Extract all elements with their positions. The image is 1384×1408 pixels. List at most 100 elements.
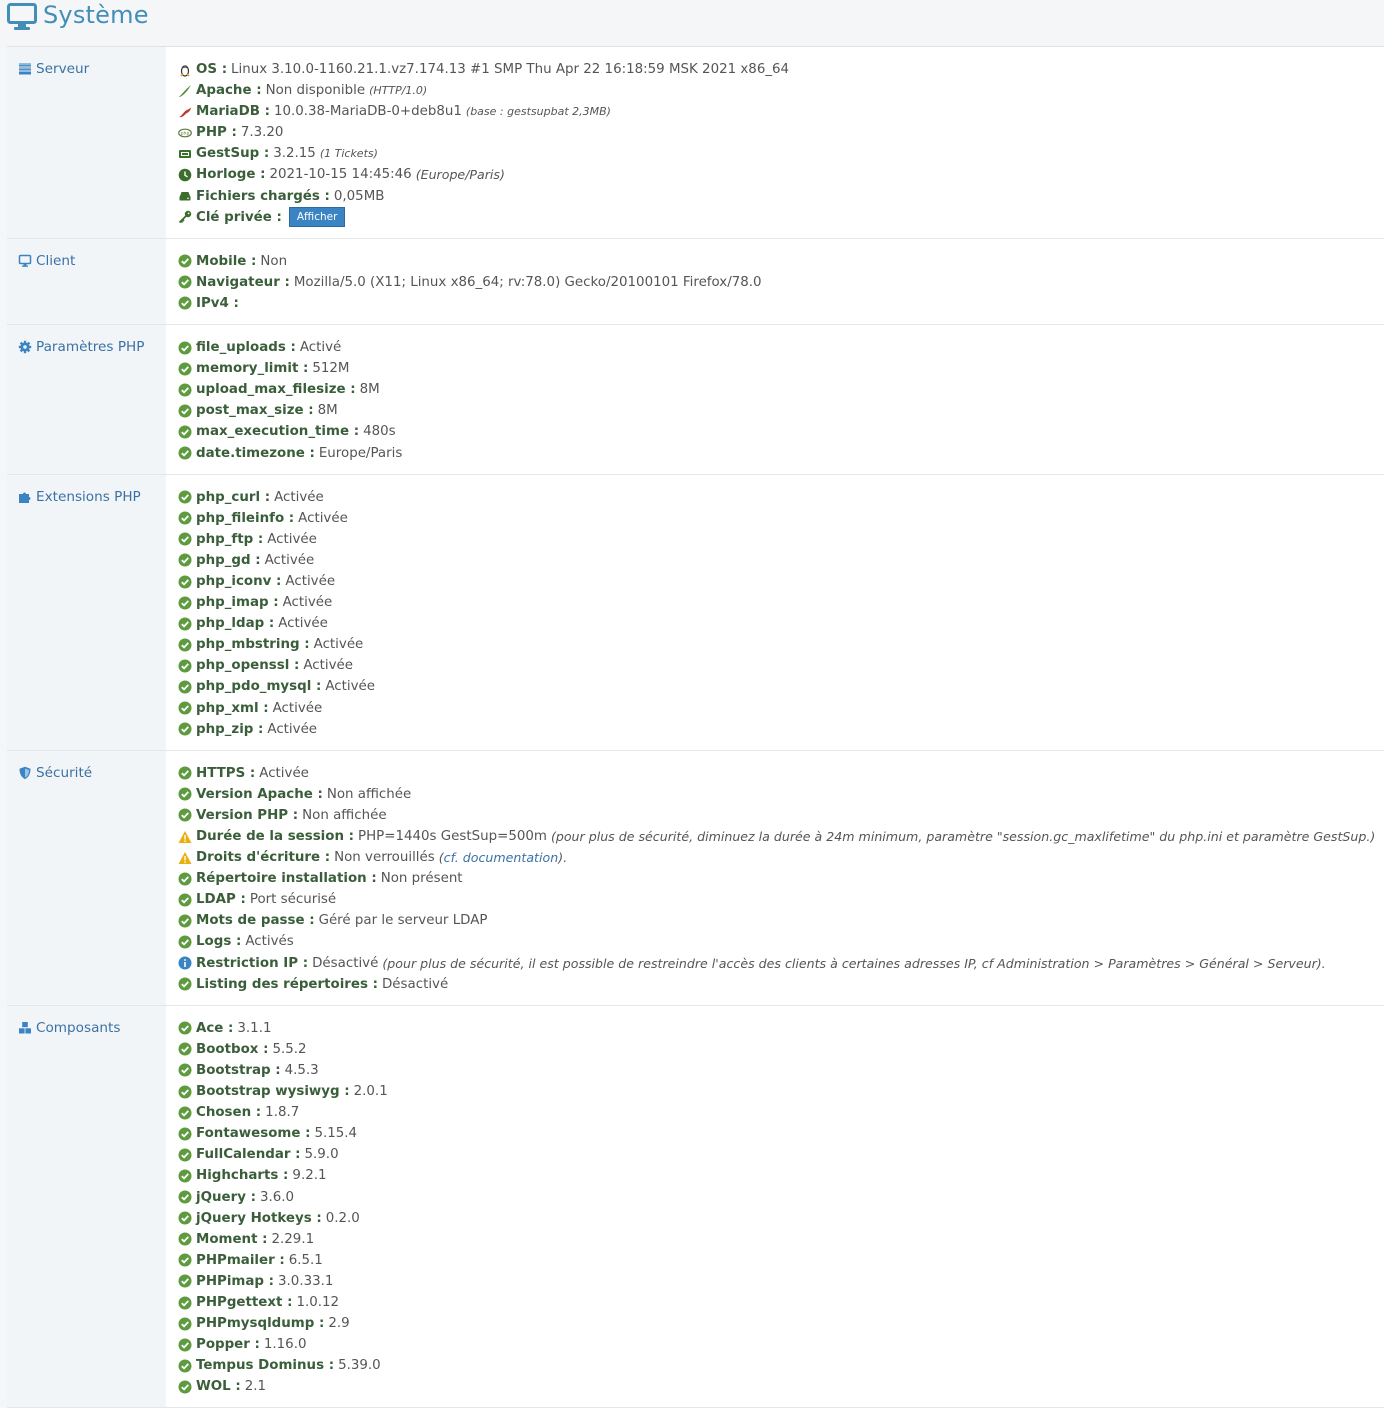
check-circle-icon [178,404,192,418]
info-value: Activée [267,721,318,737]
info-value: Géré par le serveur LDAP [318,913,488,929]
info-value: 8M [317,403,338,419]
info-key: PHPimap : [196,1273,275,1289]
section-label-col: Paramètres PHP [7,325,166,474]
check-circle-icon [178,1169,192,1183]
info-value: 0.2.0 [325,1210,360,1226]
info-row: Fichiers chargés :0,05MB [178,186,1384,207]
info-row: file_uploads : Activé [178,337,1384,358]
info-note: (base : gestsupbat 2,3MB) [465,105,611,119]
info-row: PHPimap :3.0.33.1 [178,1271,1384,1292]
show-private-key-button[interactable]: Afficher [288,207,346,228]
info-key: php_mbstring : [196,637,310,653]
section-client: Client Mobile : Non Navigateur : Mozilla/5.0… [7,238,1384,326]
check-circle-icon [178,1063,192,1077]
section-label: Composants [36,1019,121,1036]
info-key: OS : [196,62,228,77]
info-row: php_ftp : Activée [178,529,1384,550]
info-key: memory_limit : [196,361,309,377]
check-circle-icon [178,575,192,589]
info-row: Mobile : Non [178,251,1384,272]
warning-icon [178,830,192,843]
info-key: php_zip : [196,721,264,737]
check-circle-icon [178,254,192,268]
page-title: Système [43,1,149,29]
info-row: Navigateur : Mozilla/5.0 (X11; Linux x86_… [178,272,1384,293]
info-row: jQuery Hotkeys :0.2.0 [178,1208,1384,1229]
info-row: Ace :3.1.1 [178,1018,1384,1039]
check-circle-icon [178,1296,192,1310]
info-key: file_uploads : [196,340,296,356]
info-note: (HTTP/1.0) [369,84,428,98]
info-key: Fontawesome : [196,1126,311,1142]
section-composants: Composants Ace :3.1.1 Bootbox :5.5.2 Bootst… [7,1005,1384,1408]
info-value: Non verrouillés [334,850,435,866]
check-circle-icon [178,1274,192,1288]
info-value: Activée [298,510,348,526]
info-key: PHPgettext : [196,1294,293,1310]
system-info-panel: Serveur OS : Linux 3.10.0-1160.21.1.vz7.17… [7,46,1384,1408]
info-value: 5.39.0 [338,1358,381,1374]
info-key: Apache : [196,83,262,99]
check-circle-icon [178,701,192,715]
info-row: WOL :2.1 [178,1376,1384,1397]
section-content: Ace :3.1.1 Bootbox :5.5.2 Bootstrap :4.5.3… [166,1006,1384,1408]
info-value: Non disponible [265,83,366,99]
info-value: 3.2.15 [273,146,316,162]
info-row: Mots de passe : Géré par le serveur LDAP [178,910,1384,931]
info-row: Highcharts :9.2.1 [178,1165,1384,1186]
info-value: Activé [299,340,342,356]
info-icon [178,956,192,970]
check-circle-icon [178,1211,192,1225]
info-value: Activée [264,552,315,568]
info-key: Navigateur : [196,274,290,290]
info-key: jQuery Hotkeys : [196,1210,322,1226]
hdd-icon [179,192,191,201]
info-key: Durée de la session : [196,829,355,844]
info-value: 2.9 [328,1316,350,1332]
info-value: 2.1 [244,1379,266,1395]
info-row: php_mbstring : Activée [178,634,1384,655]
info-row: Version Apache : Non affichée [178,784,1384,805]
info-note: (pour plus de sécurité, diminuez la duré… [550,829,1376,844]
info-value: 5.5.2 [272,1041,307,1057]
info-key: post_max_size : [196,403,314,419]
info-key: Droits d'écriture : [196,850,331,866]
shield-icon [19,766,31,779]
info-row: upload_max_filesize :8M [178,379,1384,400]
info-key: Répertoire installation : [196,871,377,887]
check-circle-icon [178,425,192,439]
info-row: Popper :1.16.0 [178,1334,1384,1355]
info-value: 3.0.33.1 [278,1273,334,1289]
clock-icon [178,168,192,182]
info-key: date.timezone : [196,445,315,461]
info-value: Non présent [380,871,463,887]
info-value: 7.3.20 [240,125,284,141]
info-value: 1.8.7 [265,1105,300,1121]
info-value: 3.6.0 [259,1189,295,1205]
info-value: 2021-10-15 14:45:46 [269,167,412,183]
info-value: 0,05MB [333,188,385,204]
check-circle-icon [178,1359,192,1373]
info-row: PHPgettext :1.0.12 [178,1292,1384,1313]
info-row: date.timezone : Europe/Paris [178,443,1384,464]
info-row: HTTPS : Activée [178,763,1384,784]
desktop-icon [18,254,32,267]
section-php-ext: Extensions PHP php_curl : Activée php_filei… [7,474,1384,751]
info-row: Logs : Activés [178,931,1384,952]
info-value: Non affichée [326,786,412,802]
info-key: LDAP : [196,892,246,908]
info-row: Durée de la session : PHP=1440s GestSup=5… [178,826,1384,847]
check-circle-icon [178,1127,192,1141]
check-circle-icon [178,341,192,355]
info-key: php_iconv : [196,573,282,589]
info-key: Bootstrap wysiwyg : [196,1084,350,1100]
check-circle-icon [178,596,192,610]
info-key: Clé privée : [196,209,282,225]
check-circle-icon [178,808,192,822]
info-value: 1.0.12 [296,1294,340,1310]
documentation-link[interactable]: cf. documentation [444,850,559,865]
info-value: 8M [359,382,380,398]
info-value: 9.2.1 [292,1168,327,1184]
desktop-icon [7,3,37,30]
